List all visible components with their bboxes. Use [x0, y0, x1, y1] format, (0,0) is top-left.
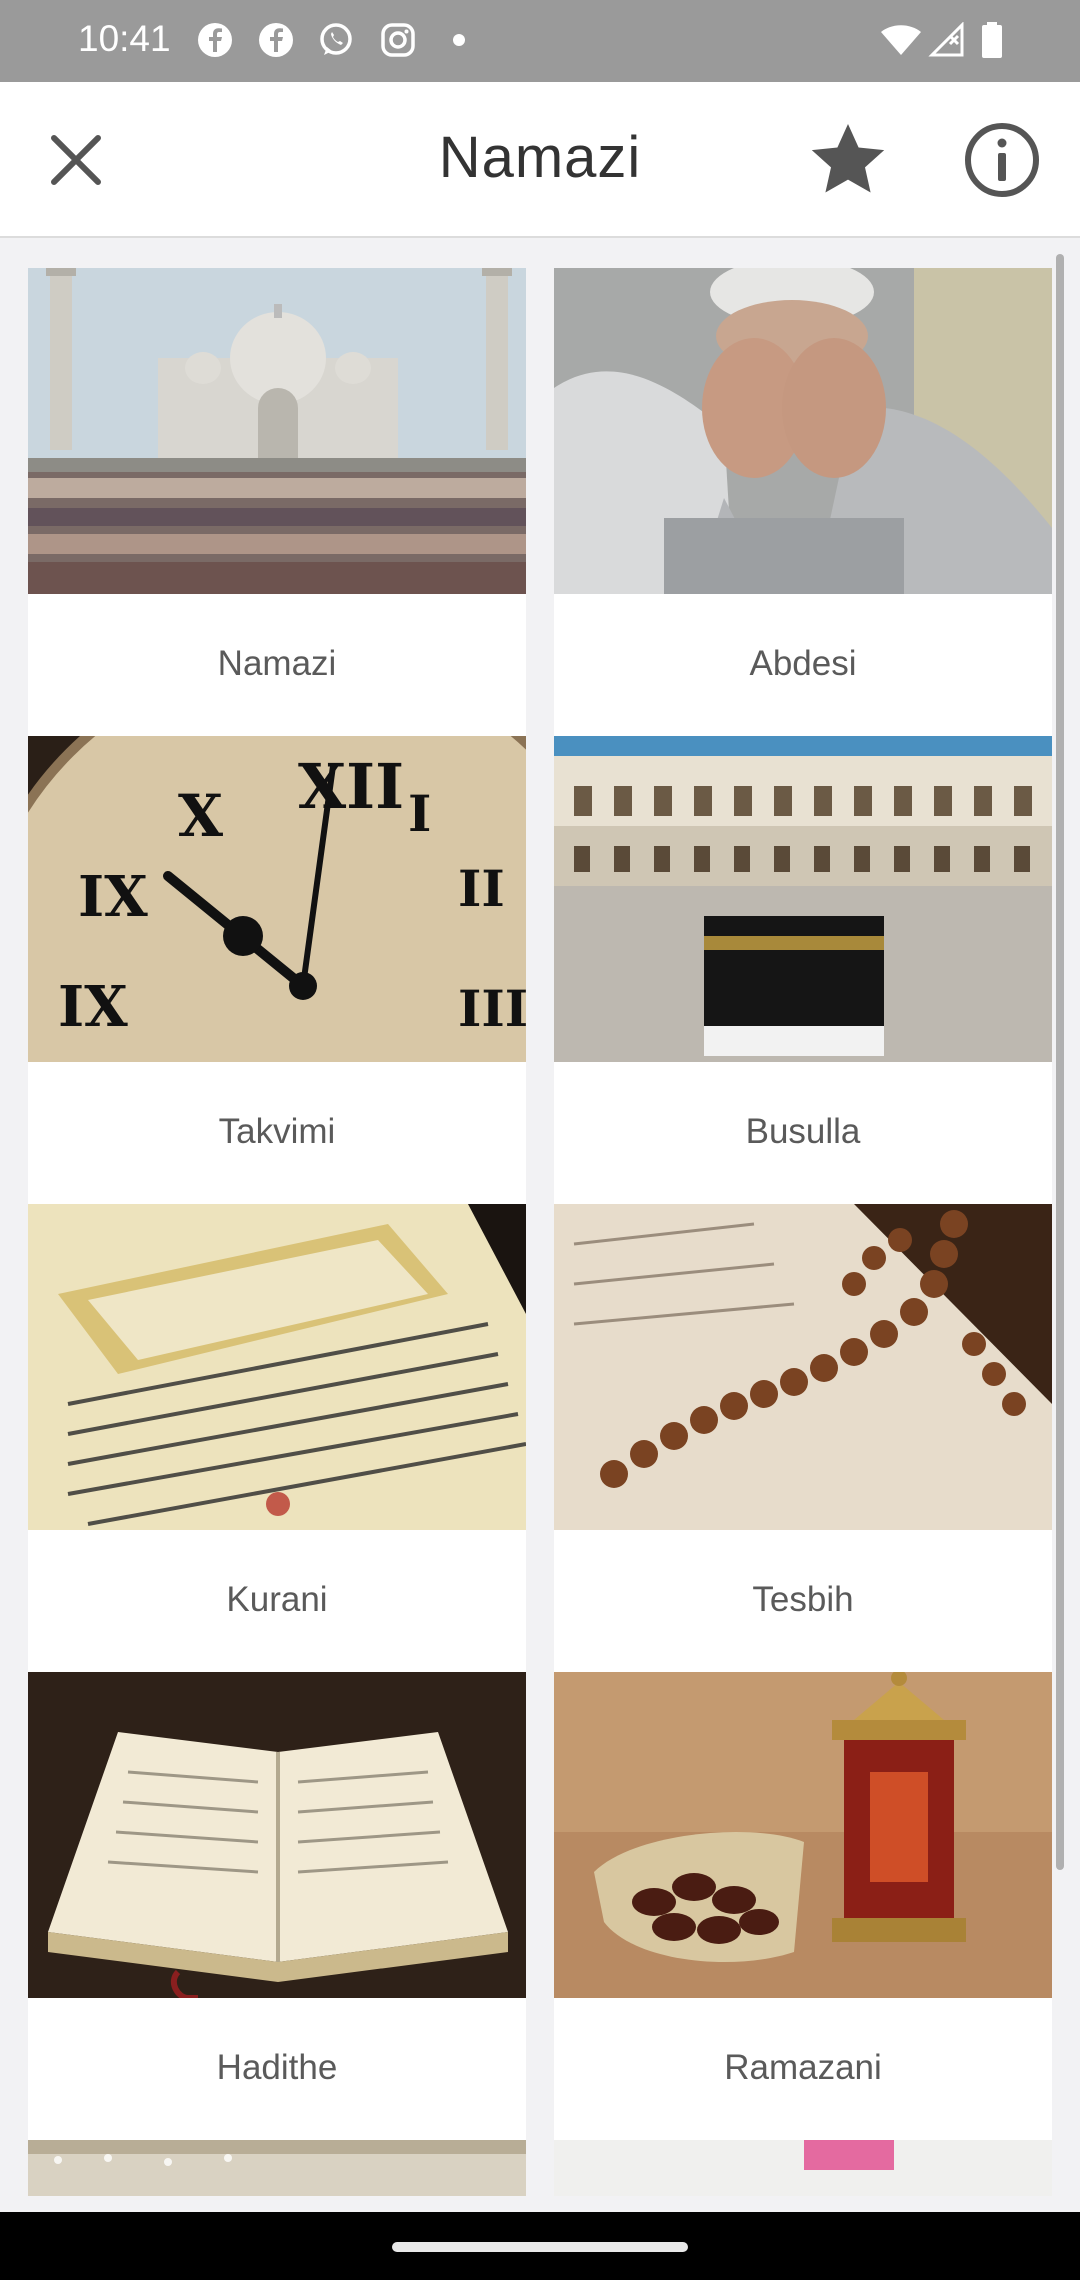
facebook-icon — [198, 23, 232, 57]
category-label: Tesbih — [752, 1580, 854, 1619]
category-card-hadithe[interactable]: Hadithe — [28, 1672, 526, 2143]
signal-icon — [928, 22, 964, 57]
category-label: Takvimi — [218, 1112, 336, 1151]
category-grid: Namazi Abdesi X XII I IX II IX III Takvi… — [0, 236, 1080, 2196]
svg-text:XII: XII — [298, 750, 404, 823]
facebook-icon — [259, 23, 293, 57]
category-label: Kurani — [226, 1580, 328, 1619]
category-label: Namazi — [217, 644, 337, 683]
clock-image: X XII I IX II IX III — [28, 736, 526, 1062]
svg-text:I: I — [408, 784, 431, 843]
open-book-image — [28, 1672, 526, 1998]
category-card-partial[interactable] — [554, 2140, 1052, 2196]
category-card-busulla[interactable]: Busulla — [554, 736, 1052, 1207]
mosque-prayer-image — [28, 268, 526, 594]
info-icon[interactable] — [960, 118, 1044, 202]
navigation-bar — [0, 2212, 1080, 2280]
home-gesture-handle[interactable] — [392, 2242, 688, 2252]
category-card-kurani[interactable]: Kurani — [28, 1204, 526, 1675]
kaaba-image — [554, 736, 1052, 1062]
category-card-ramazani[interactable]: Ramazani — [554, 1672, 1052, 2143]
quran-image — [28, 1204, 526, 1530]
svg-text:X: X — [178, 782, 223, 850]
star-icon[interactable] — [806, 118, 890, 202]
whatsapp-icon — [320, 23, 352, 55]
category-card-abdesi[interactable]: Abdesi — [554, 268, 1052, 739]
category-label: Hadithe — [216, 2048, 338, 2087]
app-bar: Namazi — [0, 82, 1080, 238]
status-bar: 10:41 — [0, 0, 1080, 82]
category-card-takvimi[interactable]: X XII I IX II IX III Takvimi — [28, 736, 526, 1207]
page-title: Namazi — [438, 125, 642, 190]
prayer-beads-image — [554, 1204, 1052, 1530]
category-card-namazi[interactable]: Namazi — [28, 268, 526, 739]
category-label: Busulla — [745, 1112, 861, 1151]
dates-lantern-image — [554, 1672, 1052, 1998]
partial-image — [28, 2140, 526, 2196]
svg-text:IX: IX — [78, 864, 148, 930]
wifi-icon — [881, 25, 921, 55]
category-card-tesbih[interactable]: Tesbih — [554, 1204, 1052, 1675]
status-time: 10:41 — [78, 18, 171, 59]
partial-image — [554, 2140, 1052, 2196]
battery-icon — [982, 22, 1002, 58]
category-label: Abdesi — [749, 644, 857, 683]
svg-text:II: II — [458, 859, 505, 918]
scrollbar[interactable] — [1056, 254, 1064, 1870]
ablution-image — [554, 268, 1052, 594]
dot-icon — [453, 34, 465, 46]
instagram-icon — [381, 23, 415, 57]
category-card-partial[interactable] — [28, 2140, 526, 2196]
category-label: Ramazani — [724, 2048, 882, 2087]
svg-text:IX: IX — [58, 974, 128, 1040]
svg-text:III: III — [458, 979, 526, 1038]
